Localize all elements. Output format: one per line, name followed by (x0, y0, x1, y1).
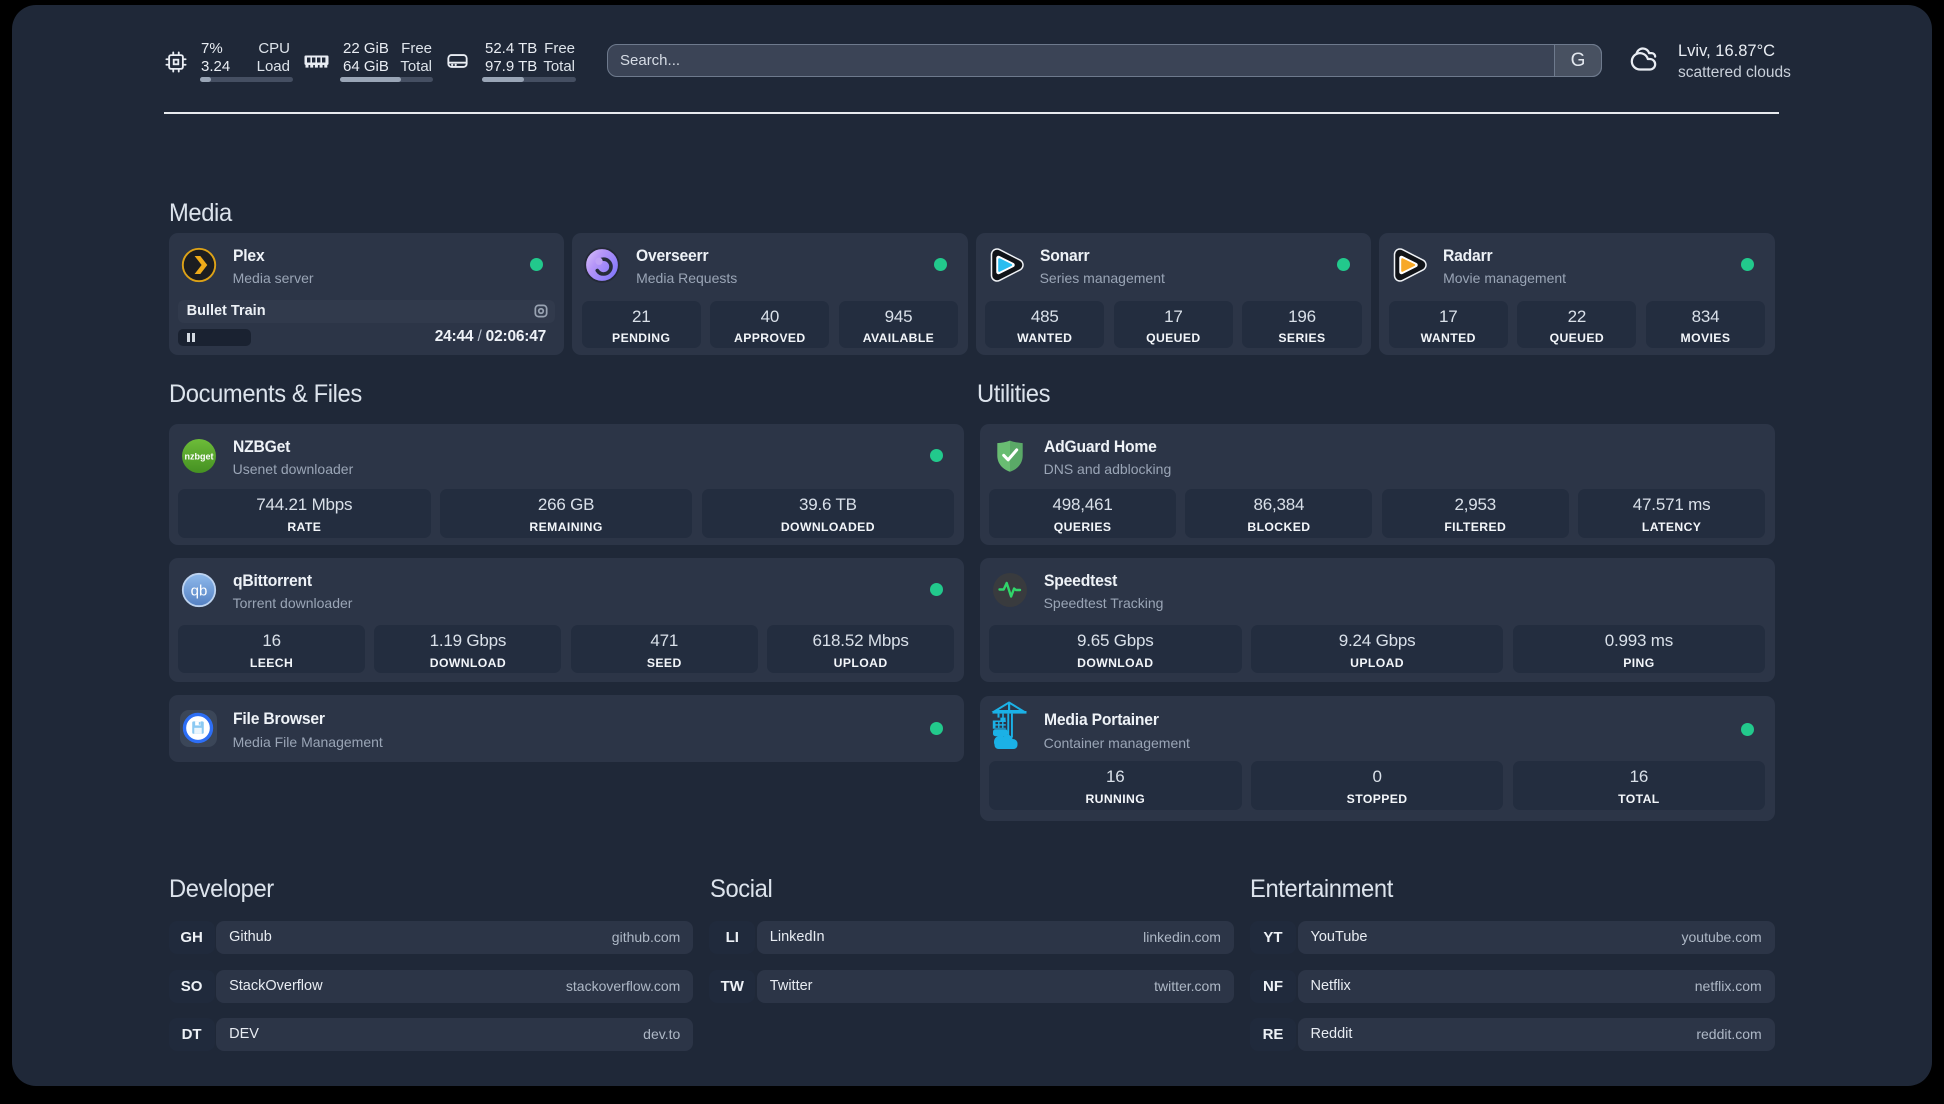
svg-text:nzbget: nzbget (184, 452, 213, 462)
svg-text:qb: qb (190, 583, 207, 600)
